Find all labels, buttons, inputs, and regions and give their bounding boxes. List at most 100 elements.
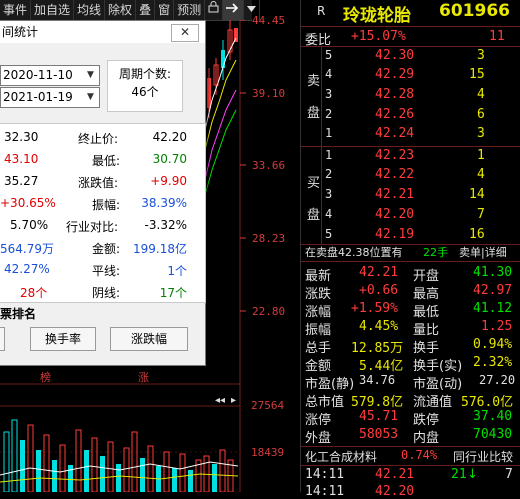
- sell-order-detail-link[interactable]: 卖单|详细: [459, 244, 507, 260]
- ask-level: 4: [325, 67, 333, 81]
- svg-text:▸: ▸: [231, 395, 236, 406]
- stat-label: 终止价:: [78, 132, 119, 146]
- sell-side-label: 盘: [307, 106, 321, 121]
- bid-volume: 16: [469, 227, 485, 242]
- stat-left-value: 32.30: [4, 130, 39, 144]
- industry-name[interactable]: 化工合成材料: [305, 448, 377, 465]
- arrow-right-icon[interactable]: [223, 0, 245, 20]
- stat-right-value: -3.32%: [144, 218, 187, 232]
- ask-price[interactable]: 42.29: [375, 67, 414, 82]
- stat-left-value: 43.10: [4, 152, 39, 166]
- price-label: 28.23: [252, 232, 286, 245]
- start-date-picker[interactable]: 2020-11-10 ▼: [0, 65, 100, 86]
- stat-value: +1.59%: [351, 301, 398, 316]
- volume-bars: [3, 419, 234, 492]
- stat-label: 开盘: [413, 269, 440, 284]
- industry-change: 0.74%: [401, 448, 438, 462]
- stat-right-value: 17个: [159, 286, 187, 300]
- chevron-down-icon[interactable]: ▼: [83, 89, 98, 106]
- stat-value: 12.85万: [351, 341, 404, 356]
- quote-panel: R 玲珑轮胎 601966 委比 +15.07% 11 卖 盘 5 42.30 …: [300, 0, 520, 499]
- stat-label: 涨跌值:: [78, 176, 119, 190]
- stat-label: 换手: [413, 341, 440, 356]
- stat-label: 涨幅: [305, 305, 332, 320]
- ask-volume: 4: [477, 87, 485, 102]
- toolbar-ex-rights[interactable]: 除权: [105, 0, 137, 20]
- bid-price[interactable]: 42.23: [375, 148, 414, 163]
- stat-label: 金额: [305, 359, 332, 374]
- toolbar-add-watchlist[interactable]: 加自选: [31, 0, 75, 20]
- ask-price[interactable]: 42.30: [375, 48, 414, 63]
- ask-price[interactable]: 42.26: [375, 107, 414, 122]
- volume-label: 18439: [251, 446, 285, 459]
- lock-icon[interactable]: [205, 0, 224, 20]
- bid-level: 2: [325, 167, 333, 181]
- chart-marker: 涨: [138, 371, 149, 384]
- turnover-rate-button[interactable]: 换手率: [30, 327, 96, 351]
- stat-value: 576.0亿: [461, 395, 514, 410]
- chart-toolbar: 事件 加自选 均线 除权 叠 窗 预测: [0, 0, 261, 21]
- toolbar-forecast[interactable]: 预测: [174, 0, 206, 20]
- stat-left-value: 564.79万: [0, 242, 54, 256]
- bid-price[interactable]: 42.19: [375, 227, 414, 242]
- stat-label: 振幅:: [92, 198, 121, 212]
- stat-label: 涨停: [305, 413, 332, 428]
- stat-left-value: +30.65%: [0, 196, 56, 210]
- stat-label: 最低: [413, 305, 440, 320]
- stat-value: 27.20: [479, 373, 516, 387]
- period-count-value: 46个: [131, 85, 159, 99]
- stat-value: 2.32%: [473, 355, 513, 370]
- stat-label: 量比: [413, 323, 440, 338]
- chevron-down-icon[interactable]: ▼: [83, 67, 98, 84]
- ask-volume: 3: [477, 126, 485, 141]
- ask-volume: 6: [477, 107, 485, 122]
- toolbar-moving-average[interactable]: 均线: [74, 0, 106, 20]
- stat-left-value: 5.70%: [10, 218, 49, 232]
- stat-left-value: 35.27: [4, 174, 39, 188]
- price-label: 44.45: [252, 14, 286, 27]
- ranking-button-partial[interactable]: [0, 327, 5, 351]
- stat-label: 总市值: [305, 395, 345, 410]
- ranking-title: 票排名: [0, 307, 37, 321]
- toolbar-window[interactable]: 窗: [155, 0, 175, 20]
- stat-right-value: 199.18亿: [133, 242, 187, 256]
- stat-label: 平线:: [92, 264, 121, 278]
- stat-label: 流通值: [413, 395, 453, 410]
- bid-level: 3: [325, 187, 333, 201]
- ask-price[interactable]: 42.28: [375, 87, 414, 102]
- period-count-box: 周期个数: 46个: [107, 60, 183, 112]
- stat-label: 最新: [305, 269, 332, 284]
- weibi-value: +15.07%: [351, 29, 406, 44]
- bid-volume: 4: [477, 167, 485, 182]
- stat-value: 70430: [473, 427, 513, 442]
- ask-price[interactable]: 42.24: [375, 126, 414, 141]
- industry-compare-link[interactable]: 同行业比较: [453, 448, 513, 465]
- stat-value: 58053: [359, 427, 399, 442]
- stat-value: 1.25: [481, 319, 513, 334]
- stat-value: 4.45%: [359, 319, 399, 334]
- bid-price[interactable]: 42.22: [375, 167, 414, 182]
- stat-label: 振幅: [305, 323, 332, 338]
- stat-value: 5.44亿: [359, 359, 404, 374]
- stat-right-value: 1个: [167, 264, 187, 278]
- toolbar-events[interactable]: 事件: [0, 0, 32, 20]
- stat-label: 总手: [305, 341, 332, 356]
- close-icon: ✕: [179, 25, 191, 39]
- stat-label: 跌停: [413, 413, 440, 428]
- bid-volume: 7: [477, 207, 485, 222]
- stat-right-value: 42.20: [152, 130, 187, 144]
- tick-price: 42.21: [375, 467, 415, 482]
- stat-value: 41.12: [473, 301, 513, 316]
- stat-value: 579.8亿: [351, 395, 404, 410]
- bid-volume: 14: [469, 187, 485, 202]
- bid-price[interactable]: 42.21: [375, 187, 414, 202]
- ask-level: 3: [325, 87, 333, 101]
- weibi-count: 11: [489, 29, 505, 44]
- toolbar-overlay[interactable]: 叠: [136, 0, 156, 20]
- stat-label: 市盈(动): [413, 377, 463, 392]
- end-date-picker[interactable]: 2021-01-19 ▼: [0, 87, 100, 108]
- close-button[interactable]: ✕: [171, 24, 199, 42]
- bid-price[interactable]: 42.20: [375, 207, 414, 222]
- change-pct-button[interactable]: 涨跌幅: [110, 327, 188, 351]
- stat-value: 0.94%: [473, 337, 513, 352]
